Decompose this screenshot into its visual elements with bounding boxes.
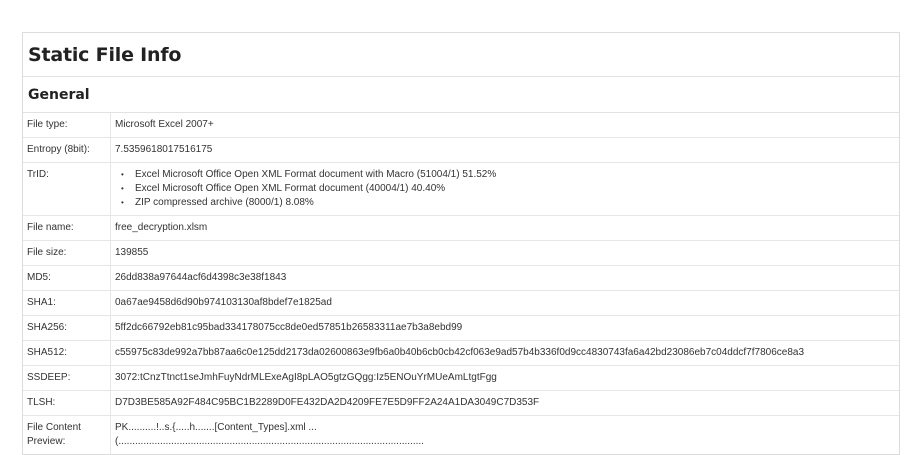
file-size-label: File size: — [23, 240, 111, 266]
sha256-value: 5ff2dc66792eb81c95bad334178075cc8de0ed57… — [110, 315, 899, 341]
general-section-header: General — [23, 77, 899, 113]
preview-line: PK..........!..s.{.....h.......[Content_… — [115, 422, 317, 433]
row-md5: MD5: 26dd838a97644acf6d4398c3e38f1843 — [23, 265, 899, 291]
sha512-label: SHA512: — [23, 340, 111, 366]
panel-header: Static File Info — [23, 33, 899, 77]
row-file-content-preview: File Content Preview: PK..........!..s.{… — [23, 415, 900, 455]
row-ssdeep: SSDEEP: 3072:tCnzTtnct1seJmhFuyNdrMLExeA… — [23, 365, 899, 391]
panel-title: Static File Info — [28, 43, 182, 66]
md5-label: MD5: — [23, 265, 111, 291]
ssdeep-label: SSDEEP: — [23, 365, 111, 391]
tlsh-label: TLSH: — [23, 390, 111, 416]
trid-item-text: Excel Microsoft Office Open XML Format d… — [135, 183, 446, 194]
file-type-label: File type: — [23, 113, 111, 138]
row-sha256: SHA256: 5ff2dc66792eb81c95bad334178075cc… — [23, 315, 899, 341]
sha1-label: SHA1: — [23, 290, 111, 316]
row-tlsh: TLSH: D7D3BE585A92F484C95BC1B2289D0FE432… — [23, 390, 899, 416]
bullet-icon: • — [121, 170, 124, 179]
file-size-value: 139855 — [110, 240, 899, 266]
file-name-value: free_decryption.xlsm — [110, 215, 899, 241]
trid-value: • Excel Microsoft Office Open XML Format… — [110, 162, 899, 216]
file-type-value: Microsoft Excel 2007+ — [110, 113, 899, 138]
file-info-table: File type: Microsoft Excel 2007+ Entropy… — [23, 113, 899, 454]
preview-line: (.......................................… — [115, 436, 424, 447]
trid-item: • Excel Microsoft Office Open XML Format… — [121, 182, 899, 196]
sha256-label: SHA256: — [23, 315, 111, 341]
row-file-size: File size: 139855 — [23, 240, 899, 266]
sha1-value: 0a67ae9458d6d90b974103130af8bdef7e1825ad — [110, 290, 899, 316]
trid-item-text: Excel Microsoft Office Open XML Format d… — [135, 169, 497, 180]
row-entropy: Entropy (8bit): 7.5359618017516175 — [23, 137, 899, 163]
entropy-label: Entropy (8bit): — [23, 137, 111, 163]
row-trid: TrID: • Excel Microsoft Office Open XML … — [23, 162, 899, 216]
static-file-info-panel: Static File Info General File type: Micr… — [22, 32, 900, 455]
bullet-icon: • — [121, 184, 124, 193]
tlsh-value: D7D3BE585A92F484C95BC1B2289D0FE432DA2D42… — [110, 390, 899, 416]
row-sha1: SHA1: 0a67ae9458d6d90b974103130af8bdef7e… — [23, 290, 899, 316]
trid-list: • Excel Microsoft Office Open XML Format… — [115, 168, 899, 210]
trid-item: • Excel Microsoft Office Open XML Format… — [121, 168, 899, 182]
trid-item: • ZIP compressed archive (8000/1) 8.08% — [121, 196, 899, 210]
sha512-value: c55975c83de992a7bb87aa6c0e125dd2173da026… — [110, 340, 899, 366]
general-section-title: General — [28, 86, 90, 103]
row-file-type: File type: Microsoft Excel 2007+ — [23, 113, 899, 138]
file-content-preview-value: PK..........!..s.{.....h.......[Content_… — [111, 416, 900, 455]
ssdeep-value: 3072:tCnzTtnct1seJmhFuyNdrMLExeAgI8pLAO5… — [110, 365, 899, 391]
file-name-label: File name: — [23, 215, 111, 241]
file-content-preview-label: File Content Preview: — [23, 415, 111, 454]
entropy-value: 7.5359618017516175 — [110, 137, 899, 163]
md5-value: 26dd838a97644acf6d4398c3e38f1843 — [110, 265, 899, 291]
row-sha512: SHA512: c55975c83de992a7bb87aa6c0e125dd2… — [23, 340, 899, 366]
trid-label: TrID: — [23, 162, 111, 216]
row-file-name: File name: free_decryption.xlsm — [23, 215, 899, 241]
bullet-icon: • — [121, 198, 124, 207]
trid-item-text: ZIP compressed archive (8000/1) 8.08% — [135, 197, 314, 208]
